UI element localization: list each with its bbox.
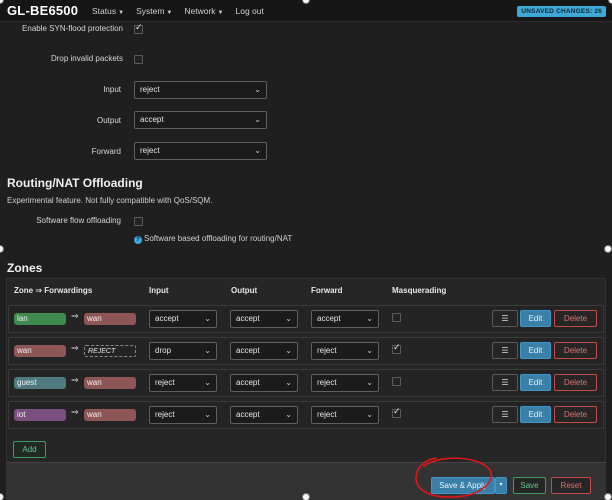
chevron-down-icon: ⌄ bbox=[285, 378, 292, 387]
chevron-down-icon: ⌄ bbox=[366, 410, 373, 419]
guest-delete-button[interactable]: Delete bbox=[554, 374, 597, 391]
forward-tag-wan: wan bbox=[84, 377, 136, 389]
zone-tag-wan: wan bbox=[14, 345, 66, 357]
chevron-down-icon: ⌄ bbox=[366, 378, 373, 387]
guest-masq-checkbox[interactable] bbox=[392, 377, 401, 386]
main-menu: Status ▼ System ▼ Network ▼ Log out bbox=[92, 6, 264, 16]
chevron-down-icon: ⌄ bbox=[285, 314, 292, 323]
zone-tag-lan: lan bbox=[14, 313, 66, 325]
wan-menu-button[interactable]: ☰ bbox=[492, 342, 518, 359]
capture-handle bbox=[0, 245, 4, 253]
chevron-down-icon: ▼ bbox=[217, 10, 224, 16]
capture-handle bbox=[0, 493, 4, 500]
forward-policy-select[interactable]: reject ⌄ bbox=[134, 142, 267, 160]
iot-menu-button[interactable]: ☰ bbox=[492, 406, 518, 423]
drop-invalid-checkbox[interactable] bbox=[134, 55, 143, 64]
forward-tag-wan: wan bbox=[84, 313, 136, 325]
wan-input-select[interactable]: drop ⌄ bbox=[149, 342, 217, 360]
capture-handle bbox=[604, 493, 612, 500]
capture-handle bbox=[604, 245, 612, 253]
menu-network[interactable]: Network ▼ bbox=[184, 6, 223, 16]
header-zone-forwardings: Zone ⇒ Forwardings bbox=[14, 286, 93, 295]
chevron-down-icon: ⌄ bbox=[204, 410, 211, 419]
sw-offload-label: Software flow offloading bbox=[36, 216, 121, 225]
chevron-down-icon: ⌄ bbox=[204, 378, 211, 387]
zone-tag-guest: guest bbox=[14, 377, 66, 389]
forward-arrow-icon: ⇒ bbox=[71, 344, 79, 354]
chevron-down-icon: ⌄ bbox=[285, 346, 292, 355]
header-input: Input bbox=[149, 286, 169, 295]
input-policy-select[interactable]: reject ⌄ bbox=[134, 81, 267, 99]
zone-tag-iot: iot bbox=[14, 409, 66, 421]
brand-title[interactable]: GL-BE6500 bbox=[7, 3, 78, 18]
guest-forward-select[interactable]: reject ⌄ bbox=[311, 374, 379, 392]
drop-invalid-label: Drop invalid packets bbox=[50, 54, 123, 63]
capture-handle bbox=[302, 493, 310, 500]
chevron-down-icon: ⌄ bbox=[254, 115, 261, 124]
guest-output-select[interactable]: accept ⌄ bbox=[230, 374, 298, 392]
output-policy-label: Output bbox=[96, 116, 121, 125]
wan-delete-button[interactable]: Delete bbox=[554, 342, 597, 359]
iot-delete-button[interactable]: Delete bbox=[554, 406, 597, 423]
output-policy-select[interactable]: accept ⌄ bbox=[134, 111, 267, 129]
chevron-down-icon: ▼ bbox=[118, 10, 125, 16]
menu-logout[interactable]: Log out bbox=[236, 6, 264, 16]
lan-edit-button[interactable]: Edit bbox=[520, 310, 551, 327]
forward-arrow-icon: ⇒ bbox=[71, 312, 79, 322]
guest-menu-button[interactable]: ☰ bbox=[492, 374, 518, 391]
wan-forward-select[interactable]: reject ⌄ bbox=[311, 342, 379, 360]
chevron-down-icon: ▼ bbox=[166, 10, 173, 16]
guest-edit-button[interactable]: Edit bbox=[520, 374, 551, 391]
lan-input-select[interactable]: accept ⌄ bbox=[149, 310, 217, 328]
wan-masq-checkbox[interactable] bbox=[392, 343, 401, 354]
chevron-down-icon: ⌄ bbox=[204, 314, 211, 323]
lan-forward-select[interactable]: accept ⌄ bbox=[311, 310, 379, 328]
menu-status[interactable]: Status ▼ bbox=[92, 6, 124, 16]
zones-section-title: Zones bbox=[7, 261, 43, 275]
offloading-section-title: Routing/NAT Offloading bbox=[7, 176, 143, 190]
lan-masq-checkbox[interactable] bbox=[392, 313, 401, 322]
unsaved-changes-badge[interactable]: UNSAVED CHANGES: 26 bbox=[517, 6, 606, 17]
chevron-down-icon: ⌄ bbox=[254, 146, 261, 155]
header-forward: Forward bbox=[311, 286, 343, 295]
save-button[interactable]: Save bbox=[513, 477, 546, 494]
chevron-down-icon: ⌄ bbox=[204, 346, 211, 355]
header-masquerading: Masquerading bbox=[392, 286, 447, 295]
sw-offload-help: ? Software based offloading for routing/N… bbox=[134, 234, 292, 244]
sw-offload-checkbox[interactable] bbox=[134, 217, 143, 226]
chevron-down-icon: ⌄ bbox=[254, 85, 261, 94]
help-icon: ? bbox=[134, 236, 142, 244]
syn-flood-label: Enable SYN-flood protection bbox=[22, 24, 123, 33]
iot-forward-select[interactable]: reject ⌄ bbox=[311, 406, 379, 424]
wan-output-select[interactable]: accept ⌄ bbox=[230, 342, 298, 360]
annotation-circle bbox=[415, 457, 493, 498]
forward-tag-reject: REJECT bbox=[84, 345, 136, 357]
iot-input-select[interactable]: reject ⌄ bbox=[149, 406, 217, 424]
lan-menu-button[interactable]: ☰ bbox=[492, 310, 518, 327]
header-output: Output bbox=[231, 286, 258, 295]
forward-policy-label: Forward bbox=[91, 147, 121, 156]
guest-input-select[interactable]: reject ⌄ bbox=[149, 374, 217, 392]
lan-delete-button[interactable]: Delete bbox=[554, 310, 597, 327]
reset-button[interactable]: Reset bbox=[551, 477, 591, 494]
forward-arrow-icon: ⇒ bbox=[71, 408, 79, 418]
lan-output-select[interactable]: accept ⌄ bbox=[230, 310, 298, 328]
iot-masq-checkbox[interactable] bbox=[392, 407, 401, 418]
add-zone-button[interactable]: Add bbox=[13, 441, 46, 458]
iot-output-select[interactable]: accept ⌄ bbox=[230, 406, 298, 424]
menu-system[interactable]: System ▼ bbox=[136, 6, 172, 16]
input-policy-label: Input bbox=[103, 85, 121, 94]
forward-tag-wan: wan bbox=[84, 409, 136, 421]
offloading-description: Experimental feature. Not fully compatib… bbox=[7, 196, 213, 205]
wan-edit-button[interactable]: Edit bbox=[520, 342, 551, 359]
iot-edit-button[interactable]: Edit bbox=[520, 406, 551, 423]
chevron-down-icon: ⌄ bbox=[366, 314, 373, 323]
chevron-down-icon: ⌄ bbox=[285, 410, 292, 419]
chevron-down-icon: ⌄ bbox=[366, 346, 373, 355]
syn-flood-checkbox[interactable] bbox=[134, 23, 143, 34]
forward-arrow-icon: ⇒ bbox=[71, 376, 79, 386]
